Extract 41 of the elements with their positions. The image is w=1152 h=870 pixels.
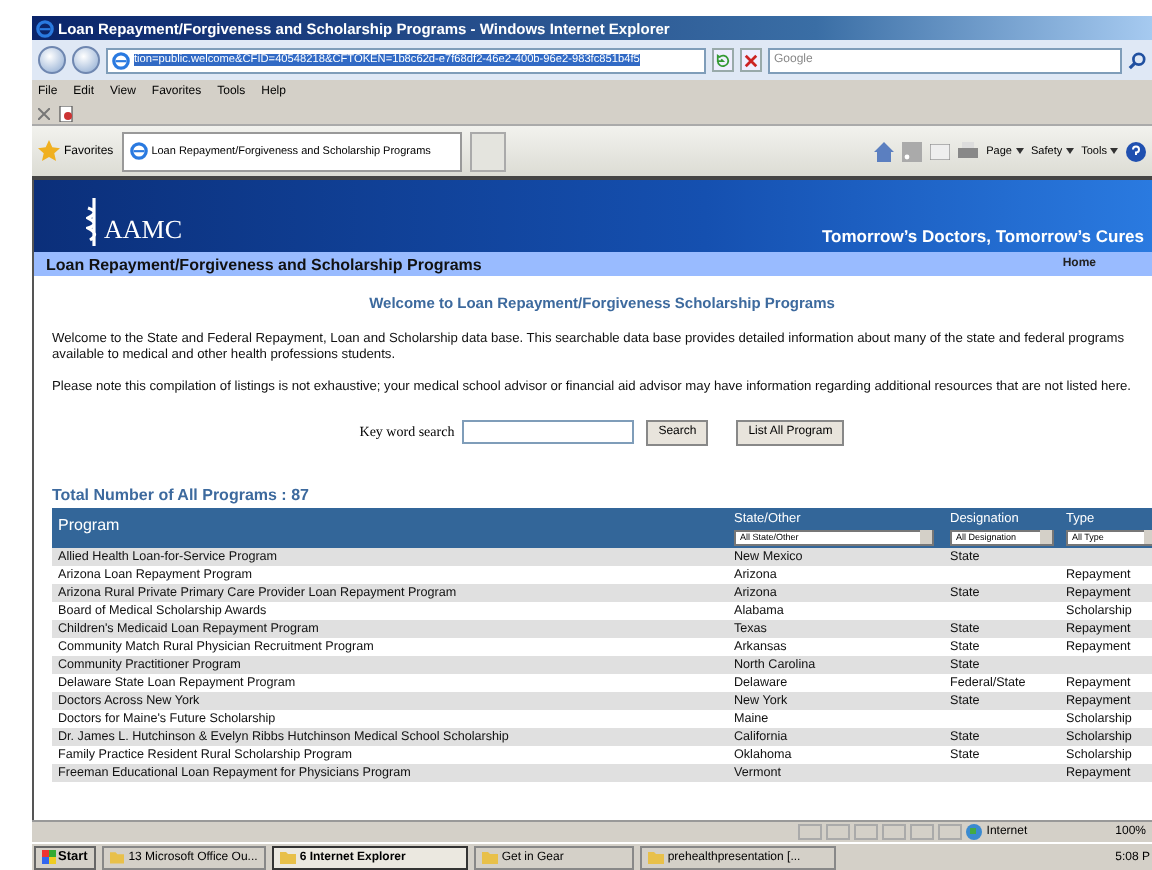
status-pane	[938, 824, 963, 840]
windows-logo-icon	[42, 850, 56, 864]
status-pane	[826, 824, 851, 840]
stop-button[interactable]	[740, 48, 762, 72]
new-tab-button[interactable]	[469, 131, 506, 171]
globe-icon	[966, 824, 983, 840]
column-header: Program	[52, 507, 728, 548]
close-icon[interactable]	[38, 107, 50, 119]
mail-icon[interactable]	[930, 143, 951, 159]
printer-icon[interactable]	[958, 142, 979, 160]
tagline: Tomorrow’s Doctors, Tomorrow’s Cures	[821, 226, 1144, 246]
folder-icon	[647, 850, 664, 864]
folder-icon	[109, 850, 125, 864]
ie-icon	[112, 51, 130, 69]
caduceus-icon	[86, 198, 102, 246]
page-icon[interactable]	[58, 105, 74, 121]
caret-icon	[1065, 147, 1074, 153]
home-icon[interactable]	[874, 141, 895, 161]
logo-text: AAMC	[104, 214, 183, 246]
status-pane	[882, 824, 907, 840]
status-pane	[910, 824, 935, 840]
refresh-icon	[716, 53, 730, 67]
page-title: Loan Repayment/Forgiveness and Scholarship Programs	[46, 255, 482, 273]
close-icon	[744, 53, 758, 67]
status-pane	[798, 824, 823, 840]
feed-icon[interactable]	[902, 141, 923, 161]
status-pane	[854, 824, 879, 840]
forward-button[interactable]	[72, 46, 100, 74]
help-icon[interactable]	[1126, 141, 1146, 161]
ie-icon	[36, 19, 54, 37]
keyword-field[interactable]	[462, 420, 635, 445]
caret-icon	[1110, 147, 1118, 153]
folder-icon	[279, 850, 296, 864]
ie-icon	[129, 142, 148, 160]
refresh-button[interactable]	[712, 48, 734, 72]
folder-icon	[481, 850, 498, 864]
search-icon[interactable]	[1128, 51, 1146, 69]
back-button[interactable]	[38, 46, 66, 74]
star-icon	[38, 140, 60, 162]
total-count: Total Number of All Programs : 87	[52, 485, 311, 504]
caret-icon	[1015, 147, 1023, 153]
